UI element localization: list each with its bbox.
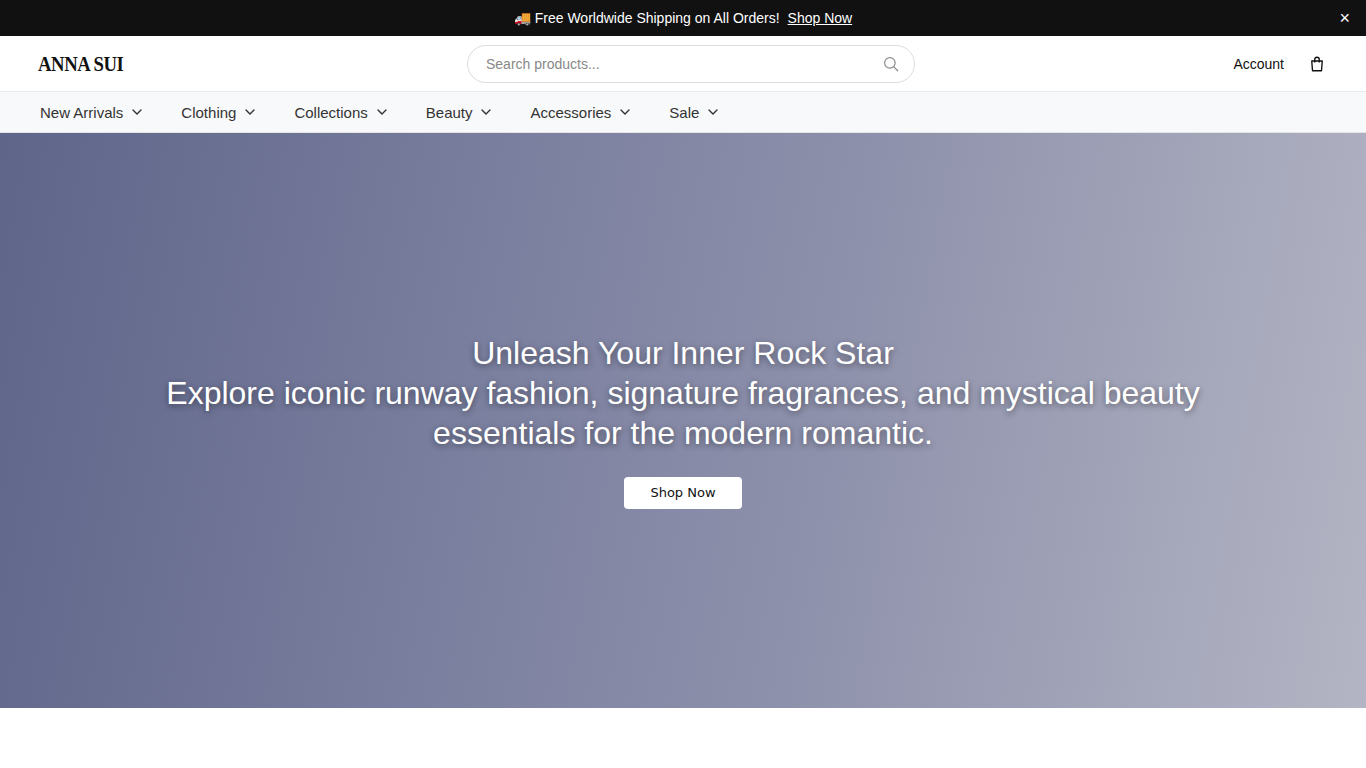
nav-item[interactable]: Accessories (530, 104, 631, 121)
announcement-link[interactable]: Shop Now (788, 10, 853, 26)
account-link[interactable]: Account (1233, 56, 1284, 72)
nav-item[interactable]: Clothing (181, 104, 256, 121)
header-actions: Account (1126, 55, 1326, 73)
search-icon[interactable] (882, 55, 900, 73)
chevron-down-icon (244, 106, 256, 118)
shopping-bag-icon[interactable] (1308, 55, 1326, 73)
close-button[interactable]: × (1339, 8, 1350, 29)
nav-item[interactable]: Collections (294, 104, 387, 121)
chevron-down-icon (131, 106, 143, 118)
chevron-down-icon (480, 106, 492, 118)
logo[interactable]: ANNA SUI (38, 51, 208, 77)
content-area (0, 708, 1366, 768)
announcement-text: 🚚 Free Worldwide Shipping on All Orders! (514, 10, 780, 26)
shop-now-button[interactable]: Shop Now (624, 477, 741, 509)
search-field[interactable] (467, 45, 915, 83)
page: 🚚 Free Worldwide Shipping on All Orders!… (0, 0, 1366, 768)
header: ANNA SUI Account (0, 36, 1366, 92)
announcement-bar: 🚚 Free Worldwide Shipping on All Orders!… (0, 0, 1366, 36)
nav-item[interactable]: New Arrivals (40, 104, 143, 121)
chevron-down-icon (619, 106, 631, 118)
chevron-down-icon (707, 106, 719, 118)
search-input[interactable] (484, 55, 882, 73)
chevron-down-icon (376, 106, 388, 118)
nav-item[interactable]: Sale (669, 104, 719, 121)
hero-content: Unleash Your Inner Rock StarExplore icon… (133, 333, 1233, 509)
hero-banner: Unleash Your Inner Rock StarExplore icon… (0, 133, 1366, 708)
hero-title: Unleash Your Inner Rock Star (472, 333, 894, 373)
hero-subtitle: Explore iconic runway fashion, signature… (153, 373, 1213, 453)
main-nav: New Arrivals Clothing Collections Beauty Acc… (0, 92, 1366, 133)
nav-item[interactable]: Beauty (426, 104, 493, 121)
